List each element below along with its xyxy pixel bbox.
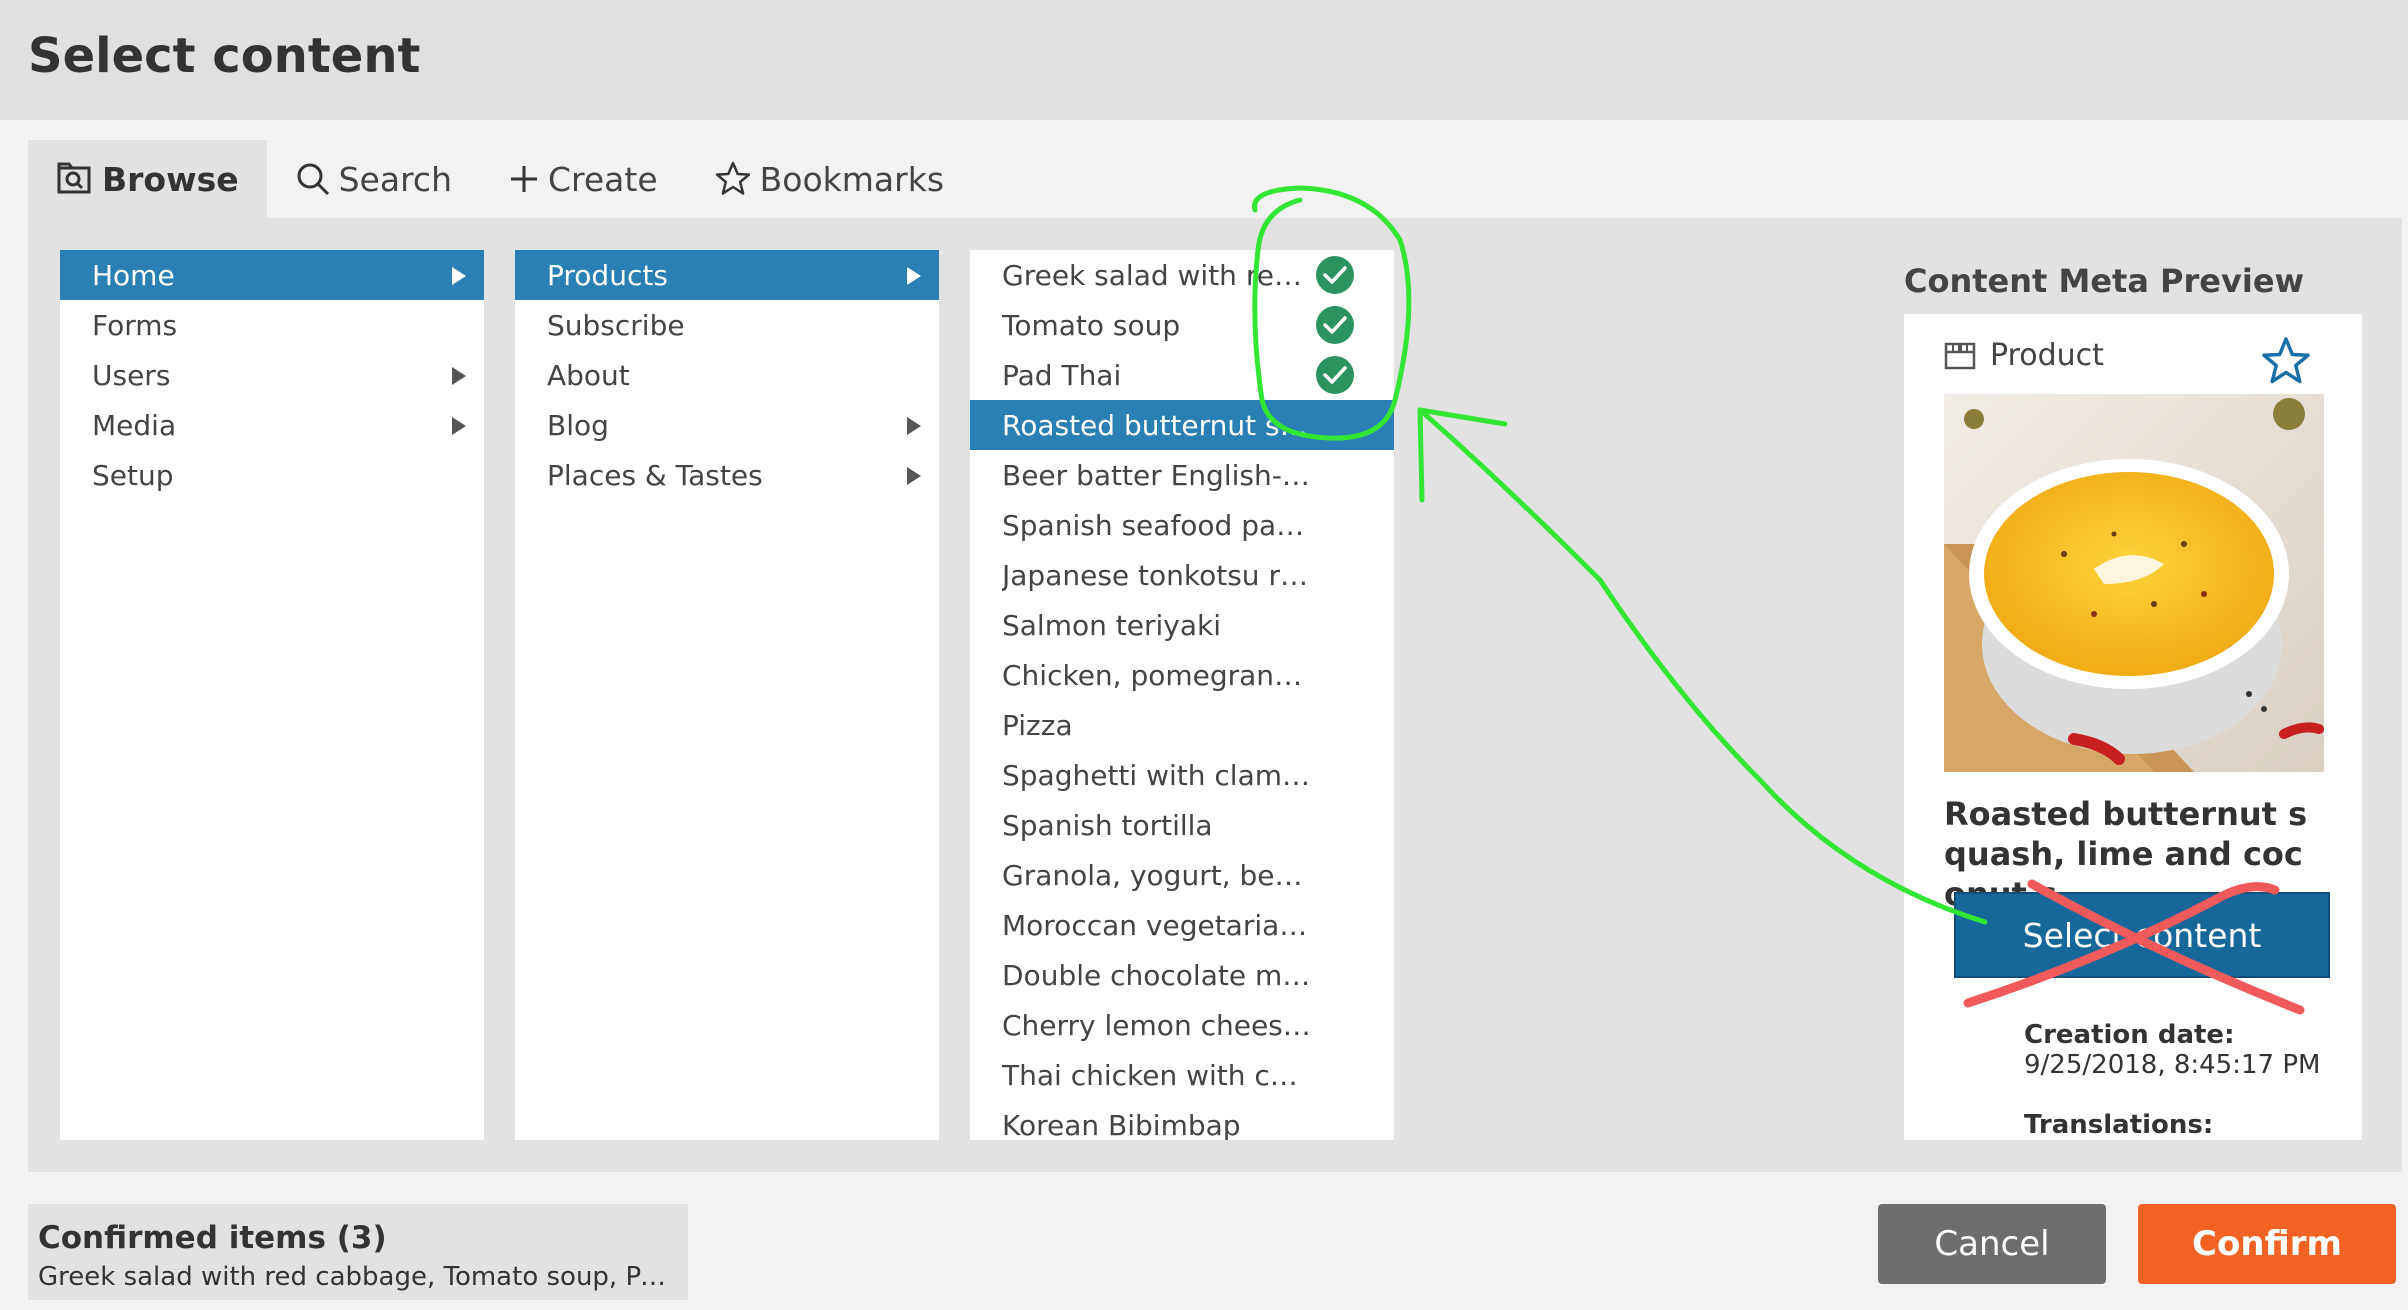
product-icon bbox=[1944, 342, 1976, 369]
list-item-label: Pizza bbox=[1002, 708, 1073, 742]
list-item[interactable]: Thai chicken with cas... bbox=[970, 1050, 1394, 1100]
creation-date-label: Creation date: bbox=[2024, 1020, 2235, 1050]
list-item[interactable]: Forms bbox=[60, 300, 484, 350]
list-item[interactable]: Pad Thai bbox=[970, 350, 1394, 400]
list-item-label: Roasted butternut sq... bbox=[1002, 408, 1312, 442]
meta-preview-title: Content Meta Preview bbox=[1904, 262, 2305, 300]
list-item-label: Double chocolate ma... bbox=[1002, 958, 1312, 992]
tree-column-3: Greek salad with red ... Tomato soup Pad T… bbox=[970, 250, 1394, 1140]
list-item[interactable]: Pizza bbox=[970, 700, 1394, 750]
checkmark-icon bbox=[1316, 356, 1354, 394]
cancel-button[interactable]: Cancel bbox=[1878, 1204, 2106, 1284]
tree-column-1: Home Forms Users Media Setup bbox=[60, 250, 484, 1140]
tab-browse[interactable]: Browse bbox=[28, 140, 267, 218]
list-item-label: Spanish tortilla bbox=[1002, 808, 1213, 842]
list-item[interactable]: Japanese tonkotsu ra... bbox=[970, 550, 1394, 600]
list-item-label: Beer batter English-st... bbox=[1002, 458, 1312, 492]
list-item[interactable]: Granola, yogurt, berr... bbox=[970, 850, 1394, 900]
creation-date-value: 9/25/2018, 8:45:17 PM bbox=[2024, 1050, 2321, 1080]
list-item-label: Japanese tonkotsu ra... bbox=[1002, 558, 1312, 592]
list-item-label: Places & Tastes bbox=[547, 458, 763, 492]
list-item-label: Forms bbox=[92, 308, 178, 342]
list-item-label: Blog bbox=[547, 408, 609, 442]
chevron-right-icon bbox=[452, 267, 466, 285]
list-item-label: Cherry lemon cheese... bbox=[1002, 1008, 1312, 1042]
meta-preview-card: Product Roasted butternut squash, lime a… bbox=[1904, 314, 2362, 1140]
list-item-label: Thai chicken with cas... bbox=[1002, 1058, 1312, 1092]
list-item-label: Spaghetti with clams ... bbox=[1002, 758, 1312, 792]
confirmed-items-list: Greek salad with red cabbage, Tomato sou… bbox=[38, 1262, 678, 1292]
list-item[interactable]: Subscribe bbox=[515, 300, 939, 350]
content-type: Product bbox=[1944, 338, 2104, 373]
list-item-label: About bbox=[547, 358, 630, 392]
tab-create-label: Create bbox=[547, 159, 658, 199]
tree-column-2: Products Subscribe About Blog Places & Taste… bbox=[515, 250, 939, 1140]
list-item-label: Granola, yogurt, berr... bbox=[1002, 858, 1312, 892]
list-item-label: Spanish seafood paella bbox=[1002, 508, 1312, 542]
list-item[interactable]: Salmon teriyaki bbox=[970, 600, 1394, 650]
search-icon bbox=[297, 163, 329, 196]
list-item[interactable]: Products bbox=[515, 250, 939, 300]
content-thumbnail bbox=[1944, 394, 2324, 772]
list-item-label: Tomato soup bbox=[1002, 308, 1181, 342]
star-outline-icon[interactable] bbox=[2260, 336, 2312, 386]
list-item[interactable]: Double chocolate ma... bbox=[970, 950, 1394, 1000]
list-item-label: Pad Thai bbox=[1002, 358, 1122, 392]
browse-icon bbox=[57, 162, 91, 194]
list-item[interactable]: Users bbox=[60, 350, 484, 400]
list-item[interactable]: Beer batter English-st... bbox=[970, 450, 1394, 500]
star-icon bbox=[715, 161, 750, 195]
select-content-button[interactable]: Select content bbox=[1954, 892, 2330, 978]
chevron-right-icon bbox=[452, 367, 466, 385]
chevron-right-icon bbox=[907, 267, 921, 285]
confirmed-items-panel[interactable]: Confirmed items (3) Greek salad with red… bbox=[28, 1204, 688, 1300]
list-item-label: Moroccan vegetarian ... bbox=[1002, 908, 1312, 942]
list-item[interactable]: Blog bbox=[515, 400, 939, 450]
list-item[interactable]: Spanish tortilla bbox=[970, 800, 1394, 850]
list-item-label: Chicken, pomegranat... bbox=[1002, 658, 1312, 692]
list-item-label: Korean Bibimbap bbox=[1002, 1108, 1241, 1141]
list-item[interactable]: Places & Tastes bbox=[515, 450, 939, 500]
list-item-label: Greek salad with red ... bbox=[1002, 258, 1312, 292]
list-item-label: Media bbox=[92, 408, 177, 442]
dialog-title: Select content bbox=[28, 28, 421, 84]
tab-bookmarks-label: Bookmarks bbox=[759, 159, 945, 199]
list-item[interactable]: Korean Bibimbap bbox=[970, 1100, 1394, 1141]
tab-browse-label: Browse bbox=[102, 159, 239, 199]
list-item[interactable]: Tomato soup bbox=[970, 300, 1394, 350]
list-item-label: Products bbox=[547, 258, 668, 292]
list-item-label: Home bbox=[92, 258, 175, 292]
translations-label: Translations: bbox=[2024, 1110, 2214, 1140]
content-type-label: Product bbox=[1990, 338, 2104, 373]
list-item[interactable]: Moroccan vegetarian ... bbox=[970, 900, 1394, 950]
list-item[interactable]: About bbox=[515, 350, 939, 400]
list-item[interactable]: Setup bbox=[60, 450, 484, 500]
chevron-right-icon bbox=[452, 417, 466, 435]
list-item[interactable]: Roasted butternut sq... bbox=[970, 400, 1394, 450]
list-item-label: Users bbox=[92, 358, 171, 392]
list-item[interactable]: Spaghetti with clams ... bbox=[970, 750, 1394, 800]
chevron-right-icon bbox=[907, 467, 921, 485]
list-item[interactable]: Greek salad with red ... bbox=[970, 250, 1394, 300]
tab-search[interactable]: Search bbox=[267, 140, 480, 218]
list-item-label: Salmon teriyaki bbox=[1002, 608, 1221, 642]
list-item[interactable]: Cherry lemon cheese... bbox=[970, 1000, 1394, 1050]
plus-icon bbox=[510, 166, 537, 192]
tab-bar: Browse Search Create Bookmarks bbox=[28, 140, 972, 218]
checkmark-icon bbox=[1316, 256, 1354, 294]
checkmark-icon bbox=[1316, 306, 1354, 344]
tab-bookmarks[interactable]: Bookmarks bbox=[686, 140, 972, 218]
tab-search-label: Search bbox=[338, 159, 452, 199]
confirmed-items-title: Confirmed items (3) bbox=[38, 1220, 387, 1256]
confirm-button[interactable]: Confirm bbox=[2138, 1204, 2396, 1284]
dialog-header: Select content bbox=[0, 0, 2408, 120]
list-item[interactable]: Home bbox=[60, 250, 484, 300]
chevron-right-icon bbox=[907, 417, 921, 435]
list-item[interactable]: Chicken, pomegranat... bbox=[970, 650, 1394, 700]
list-item[interactable]: Spanish seafood paella bbox=[970, 500, 1394, 550]
list-item[interactable]: Media bbox=[60, 400, 484, 450]
list-item-label: Setup bbox=[92, 458, 174, 492]
tab-create[interactable]: Create bbox=[480, 140, 686, 218]
list-item-label: Subscribe bbox=[547, 308, 685, 342]
